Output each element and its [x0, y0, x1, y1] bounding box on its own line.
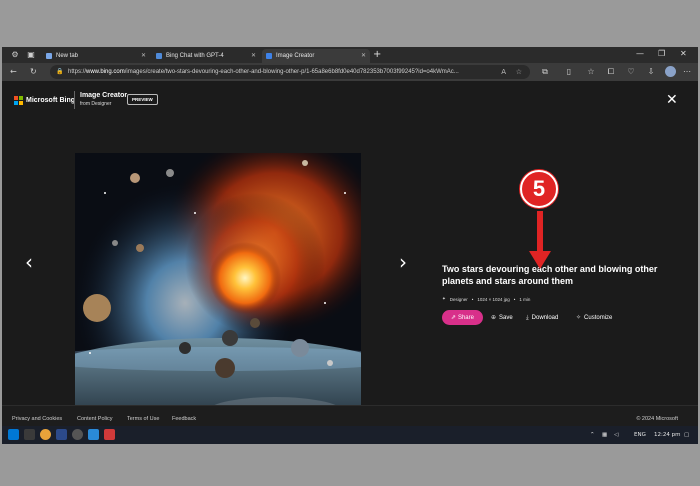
- tray-expand-icon[interactable]: ⌃: [590, 426, 595, 444]
- tab-label: Bing Chat with GPT-4: [166, 53, 224, 59]
- url-path: /images/create/two-stars-devouring-each-…: [124, 69, 459, 75]
- browser-essentials-icon[interactable]: ♡: [626, 66, 636, 78]
- profile-avatar[interactable]: [665, 66, 676, 77]
- brand-name: Microsoft Bing: [26, 96, 75, 104]
- read-aloud-icon[interactable]: A: [501, 65, 506, 79]
- close-tab-icon[interactable]: ✕: [361, 49, 366, 63]
- new-tab-button[interactable]: +: [373, 49, 381, 61]
- notifications-icon[interactable]: ▢: [684, 426, 689, 444]
- close-tab-icon[interactable]: ✕: [141, 49, 146, 63]
- image-creator-favicon-icon: [266, 53, 272, 59]
- privacy-link[interactable]: Privacy and Cookies: [12, 416, 62, 422]
- language-indicator[interactable]: ENG: [634, 426, 646, 444]
- tab-bing-chat[interactable]: Bing Chat with GPT-4 ✕: [152, 49, 260, 63]
- share-icon: ⇗: [451, 314, 458, 321]
- photoshop-icon[interactable]: [56, 429, 67, 440]
- close-window-icon[interactable]: ✕: [680, 49, 687, 58]
- favorites-icon[interactable]: ☆: [586, 66, 596, 78]
- maximize-icon[interactable]: ❐: [658, 49, 665, 58]
- close-tab-icon[interactable]: ✕: [251, 49, 256, 63]
- meta-separator: •: [513, 296, 516, 302]
- chrome-icon[interactable]: [40, 429, 51, 440]
- url-host: www.bing.com: [86, 69, 125, 75]
- windows-taskbar: ⌃ ▦ ◁ ENG 12:24 pm ▢: [2, 426, 698, 444]
- split-screen-icon[interactable]: ▯: [564, 66, 574, 78]
- network-icon[interactable]: ▦: [602, 426, 607, 444]
- new-tab-favicon-icon: [46, 53, 52, 59]
- url-scheme: https://: [68, 69, 87, 75]
- tab-image-creator[interactable]: Image Creator ✕: [262, 49, 370, 63]
- address-bar[interactable]: 🔒 https://www.bing.com/images/create/two…: [50, 65, 530, 79]
- previous-image-icon[interactable]: ‹: [25, 252, 33, 272]
- next-image-icon[interactable]: ›: [399, 252, 407, 272]
- collections-icon[interactable]: ⧠: [606, 66, 616, 78]
- share-label: Share: [457, 315, 474, 321]
- tab-new-tab[interactable]: New tab ✕: [42, 49, 150, 63]
- app-title: Image Creator: [80, 92, 128, 99]
- preview-badge: PREVIEW: [127, 94, 158, 105]
- browser-window: ⚙ ▣ New tab ✕ Bing Chat with GPT-4 ✕ Ima…: [2, 47, 698, 444]
- header-divider: [74, 91, 75, 109]
- volume-icon[interactable]: ◁: [614, 426, 618, 444]
- back-icon[interactable]: ←: [10, 66, 17, 78]
- download-button[interactable]: ⤓ Download: [526, 310, 558, 325]
- more-menu-icon[interactable]: ⋯: [682, 66, 692, 78]
- microsoft-logo-icon: [14, 95, 23, 105]
- generated-image[interactable]: ✎: [75, 153, 361, 439]
- extensions-icon[interactable]: ⧉: [540, 66, 550, 78]
- image-size: 1024 × 1024 jpg: [477, 296, 510, 302]
- download-label: Download: [531, 315, 559, 321]
- clock[interactable]: 12:24 pm: [654, 426, 680, 444]
- lock-icon: 🔒: [56, 68, 64, 75]
- downloads-icon[interactable]: ⇩: [646, 66, 656, 78]
- share-button[interactable]: ⇗ Share: [442, 310, 483, 325]
- feedback-link[interactable]: Feedback: [172, 416, 196, 422]
- tab-strip: ⚙ ▣ New tab ✕ Bing Chat with GPT-4 ✕ Ima…: [2, 47, 698, 63]
- search-icon[interactable]: [24, 429, 35, 440]
- space-artwork: [75, 153, 361, 439]
- customize-icon: ✧: [576, 314, 582, 321]
- image-caption: Two stars devouring each other and blowi…: [442, 264, 658, 286]
- bing-brand[interactable]: Microsoft Bing: [14, 94, 75, 106]
- windows-start-icon[interactable]: [8, 429, 19, 440]
- meta-separator: •: [471, 296, 474, 302]
- image-creator-page: Microsoft Bing Image Creator from Design…: [2, 81, 698, 444]
- image-time: 1 min: [519, 296, 531, 302]
- customize-button[interactable]: ✧ Customize: [576, 310, 612, 325]
- edge-icon[interactable]: [88, 429, 99, 440]
- save-button[interactable]: ⊕ Save: [491, 310, 513, 325]
- close-viewer-icon[interactable]: ✕: [666, 93, 678, 107]
- designer-icon: ✦: [442, 296, 446, 302]
- refresh-icon[interactable]: ↻: [30, 66, 37, 78]
- tab-actions-icon[interactable]: ▣: [26, 50, 36, 60]
- image-author: Designer: [449, 296, 468, 302]
- app-icon[interactable]: [104, 429, 115, 440]
- save-label: Save: [499, 315, 513, 321]
- copyright: © 2024 Microsoft: [636, 416, 678, 422]
- tab-label: Image Creator: [276, 53, 315, 59]
- save-icon: ⊕: [491, 314, 497, 321]
- terms-of-use-link[interactable]: Terms of Use: [127, 416, 159, 422]
- favorite-star-icon[interactable]: ☆: [516, 65, 522, 79]
- workspaces-icon[interactable]: ⚙: [10, 50, 20, 60]
- content-policy-link[interactable]: Content Policy: [77, 416, 112, 422]
- tab-label: New tab: [56, 53, 79, 59]
- red-pointer-arrow-icon: [529, 211, 551, 269]
- image-meta: ✦ Designer • 1024 × 1024 jpg • 1 min: [442, 295, 534, 303]
- obs-icon[interactable]: [72, 429, 83, 440]
- minimize-icon[interactable]: —: [636, 49, 644, 58]
- download-icon: ⤓: [526, 314, 529, 321]
- app-subtitle: from Designer: [80, 101, 112, 107]
- step-number-badge: 5: [520, 170, 558, 208]
- search-favicon-icon: [156, 53, 162, 59]
- customize-label: Customize: [584, 315, 613, 321]
- navigation-bar: ← ↻ 🔒 https://www.bing.com/images/create…: [2, 63, 698, 81]
